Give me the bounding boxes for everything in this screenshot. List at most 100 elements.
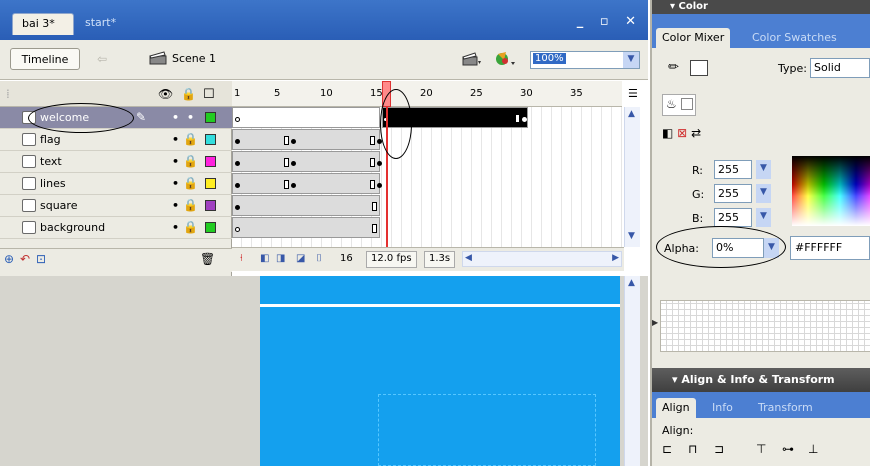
- add-motion-guide-icon[interactable]: ↶: [20, 252, 30, 266]
- align-left-icon[interactable]: ⊏: [662, 442, 680, 458]
- stage-line[interactable]: [260, 304, 620, 307]
- tab-bai3[interactable]: bai 3*: [12, 13, 74, 35]
- frame-span[interactable]: [232, 173, 380, 194]
- edit-scene-icon[interactable]: [462, 51, 482, 66]
- layer-name[interactable]: background: [40, 221, 105, 234]
- chevron-left-icon[interactable]: ◀: [465, 253, 472, 263]
- timeline-menu-icon[interactable]: ☰: [628, 87, 638, 100]
- no-color-icon[interactable]: ⊠: [677, 126, 687, 140]
- eye-icon[interactable]: 👁: [158, 87, 173, 101]
- align-panel-title[interactable]: ▾ Align & Info & Transform: [652, 368, 870, 392]
- layer-row-text[interactable]: text • 🔒: [0, 151, 232, 173]
- frame-end[interactable]: [372, 224, 377, 233]
- chevron-right-icon[interactable]: ▶: [612, 253, 619, 263]
- onion-outlines-icon[interactable]: ◨: [276, 253, 285, 264]
- fill-color-tool[interactable]: ♨: [662, 94, 696, 116]
- tab-transform[interactable]: Transform: [752, 398, 819, 418]
- hex-input[interactable]: #FFFFFF: [790, 236, 870, 260]
- keyframe[interactable]: [291, 139, 296, 144]
- keyframe[interactable]: [522, 117, 527, 122]
- visibility-dot[interactable]: •: [172, 177, 179, 190]
- tab-info[interactable]: Info: [706, 398, 739, 418]
- layer-row-background[interactable]: background • 🔒: [0, 217, 232, 239]
- layer-color-swatch[interactable]: [205, 222, 216, 233]
- frame-span[interactable]: [232, 151, 380, 172]
- keyframe[interactable]: [291, 183, 296, 188]
- align-center-icon[interactable]: ⊓: [688, 442, 706, 458]
- trash-icon[interactable]: 🗑: [200, 252, 215, 266]
- grip-icon[interactable]: ⁞: [6, 87, 10, 101]
- tab-color-mixer[interactable]: Color Mixer: [656, 28, 731, 48]
- stroke-color-icon[interactable]: ✏: [668, 60, 679, 75]
- lock-icon[interactable]: 🔒: [181, 87, 196, 101]
- chevron-down-icon[interactable]: ▼: [756, 160, 771, 179]
- lock-icon[interactable]: 🔒: [183, 220, 198, 234]
- layer-row-lines[interactable]: lines • 🔒: [0, 173, 232, 195]
- keyframe[interactable]: [235, 139, 240, 144]
- frame-end[interactable]: [370, 158, 375, 167]
- frame-span[interactable]: [232, 107, 380, 128]
- tab-start[interactable]: start*: [76, 13, 125, 35]
- color-panel-title[interactable]: ▾ Color: [652, 0, 870, 14]
- layer-name[interactable]: flag: [40, 133, 61, 146]
- frame-end[interactable]: [370, 180, 375, 189]
- frame-end[interactable]: [284, 158, 289, 167]
- keyframe[interactable]: [377, 161, 382, 166]
- window-controls[interactable]: _ ▫ ✕: [577, 14, 642, 29]
- horizontal-scrollbar[interactable]: ◀ ▶: [462, 251, 622, 267]
- collapse-arrow-icon[interactable]: ▶: [652, 318, 658, 327]
- align-bottom-icon[interactable]: ⊥: [808, 442, 826, 458]
- insert-folder-icon[interactable]: ⊡: [36, 252, 46, 266]
- frame-end[interactable]: [284, 136, 289, 145]
- keyframe[interactable]: [291, 161, 296, 166]
- edit-symbol-icon[interactable]: [494, 50, 516, 67]
- layer-name[interactable]: square: [40, 199, 77, 212]
- keyframe[interactable]: [235, 205, 240, 210]
- visibility-dot[interactable]: •: [172, 221, 179, 234]
- keyframe[interactable]: [235, 161, 240, 166]
- chevron-down-icon[interactable]: ▼: [623, 52, 639, 68]
- lock-icon[interactable]: 🔒: [183, 132, 198, 146]
- layer-row-flag[interactable]: flag • 🔒: [0, 129, 232, 151]
- frame-end[interactable]: [284, 180, 289, 189]
- chevron-up-icon[interactable]: ▲: [628, 109, 635, 119]
- stage-area[interactable]: ▲: [0, 276, 648, 466]
- align-top-icon[interactable]: ⊤: [756, 442, 774, 458]
- layer-color-swatch[interactable]: [205, 112, 216, 123]
- layer-color-swatch[interactable]: [205, 200, 216, 211]
- lock-icon[interactable]: 🔒: [183, 154, 198, 168]
- tab-align[interactable]: Align: [656, 398, 696, 418]
- center-frame-icon[interactable]: ⍿: [240, 253, 243, 264]
- type-select[interactable]: Solid: [810, 58, 870, 78]
- keyframe[interactable]: [377, 183, 382, 188]
- lock-dot[interactable]: •: [187, 111, 194, 124]
- modify-onion-markers-icon[interactable]: ⌷: [316, 253, 322, 264]
- stage-scrollbar[interactable]: ▲: [624, 276, 640, 466]
- frame-end[interactable]: [515, 114, 520, 123]
- black-white-icon[interactable]: ◧: [662, 126, 673, 140]
- align-right-icon[interactable]: ⊐: [714, 442, 732, 458]
- back-arrow-icon[interactable]: ⇦: [97, 52, 107, 66]
- r-input[interactable]: 255: [714, 160, 752, 179]
- visibility-dot[interactable]: •: [172, 133, 179, 146]
- layer-color-swatch[interactable]: [205, 134, 216, 145]
- layer-name[interactable]: lines: [40, 177, 66, 190]
- blank-keyframe[interactable]: [235, 227, 240, 232]
- frame-span[interactable]: [232, 195, 380, 216]
- keyframe[interactable]: [235, 183, 240, 188]
- layer-color-swatch[interactable]: [205, 156, 216, 167]
- stroke-color-swatch[interactable]: [690, 60, 708, 76]
- lock-icon[interactable]: 🔒: [183, 198, 198, 212]
- g-input[interactable]: 255: [714, 184, 752, 203]
- timeline-toggle-button[interactable]: Timeline: [10, 48, 80, 70]
- tab-color-swatches[interactable]: Color Swatches: [746, 28, 843, 48]
- b-input[interactable]: 255: [714, 208, 752, 227]
- insert-layer-icon[interactable]: ⊕: [4, 252, 14, 266]
- lock-icon[interactable]: 🔒: [183, 176, 198, 190]
- layer-name[interactable]: text: [40, 155, 62, 168]
- stage-square[interactable]: [378, 394, 596, 466]
- chevron-down-icon[interactable]: ▼: [756, 208, 771, 227]
- frame-grid[interactable]: [232, 107, 624, 247]
- frame-rate[interactable]: 12.0 fps: [366, 251, 417, 268]
- blank-keyframe[interactable]: [235, 117, 240, 122]
